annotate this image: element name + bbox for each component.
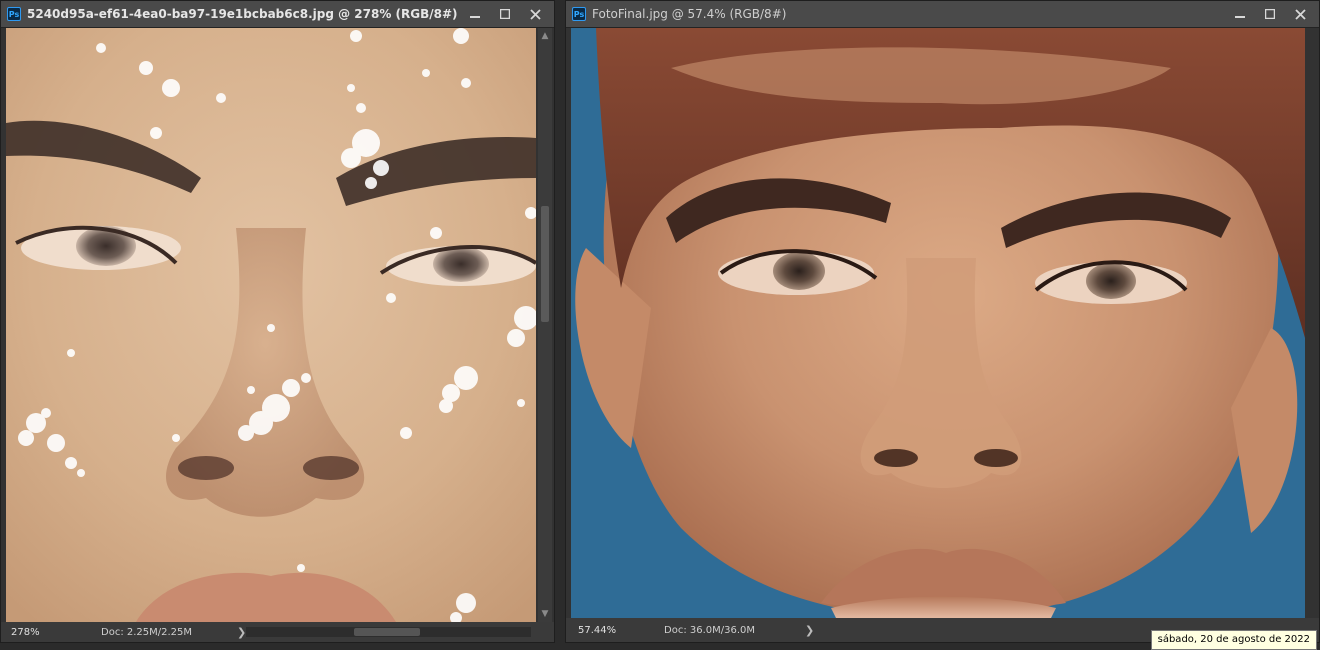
document-tab-right[interactable]: Ps FotoFinal.jpg @ 57.4% (RGB/8#)	[566, 1, 1319, 28]
minimize-icon[interactable]	[460, 1, 490, 27]
document-window-right[interactable]: Ps FotoFinal.jpg @ 57.4% (RGB/8#) 57.44%…	[565, 0, 1320, 643]
photo-closeup-left	[6, 28, 536, 622]
document-canvas-left[interactable]	[6, 28, 536, 622]
document-window-left[interactable]: Ps 5240d95a-ef61-4ea0-ba97-19e1bcbab6c8.…	[0, 0, 555, 643]
close-icon[interactable]	[1285, 1, 1315, 27]
minimize-icon[interactable]	[1225, 1, 1255, 27]
maximize-icon[interactable]	[490, 1, 520, 27]
horizontal-scrollbar-thumb[interactable]	[354, 628, 420, 636]
scroll-down-icon[interactable]: ▼	[538, 608, 552, 620]
document-info: Doc: 36.0M/36.0M	[664, 624, 756, 636]
date-tooltip: sábado, 20 de agosto de 2022	[1150, 630, 1317, 650]
status-menu-arrow-icon[interactable]: ❯	[237, 626, 246, 639]
document-info: Doc: 2.25M/2.25M	[101, 626, 193, 638]
document-canvas-right[interactable]	[571, 28, 1305, 618]
status-bar: 278% Doc: 2.25M/2.25M ❯	[1, 622, 554, 642]
document-title: FotoFinal.jpg @ 57.4% (RGB/8#)	[592, 7, 787, 21]
status-menu-arrow-icon[interactable]: ❯	[805, 624, 814, 637]
maximize-icon[interactable]	[1255, 1, 1285, 27]
document-tab-left[interactable]: Ps 5240d95a-ef61-4ea0-ba97-19e1bcbab6c8.…	[1, 1, 554, 28]
zoom-level[interactable]: 57.44%	[578, 625, 624, 636]
photoshop-icon: Ps	[7, 7, 21, 21]
scroll-up-icon[interactable]: ▲	[538, 30, 552, 42]
horizontal-scrollbar[interactable]	[246, 627, 531, 637]
vertical-scrollbar[interactable]: ▲ ▼	[538, 28, 552, 622]
zoom-level[interactable]: 278%	[11, 627, 49, 638]
close-icon[interactable]	[520, 1, 550, 27]
photoshop-icon: Ps	[572, 7, 586, 21]
document-title: 5240d95a-ef61-4ea0-ba97-19e1bcbab6c8.jpg…	[27, 7, 458, 21]
photo-portrait-right	[571, 28, 1305, 618]
scrollbar-thumb[interactable]	[541, 206, 549, 322]
